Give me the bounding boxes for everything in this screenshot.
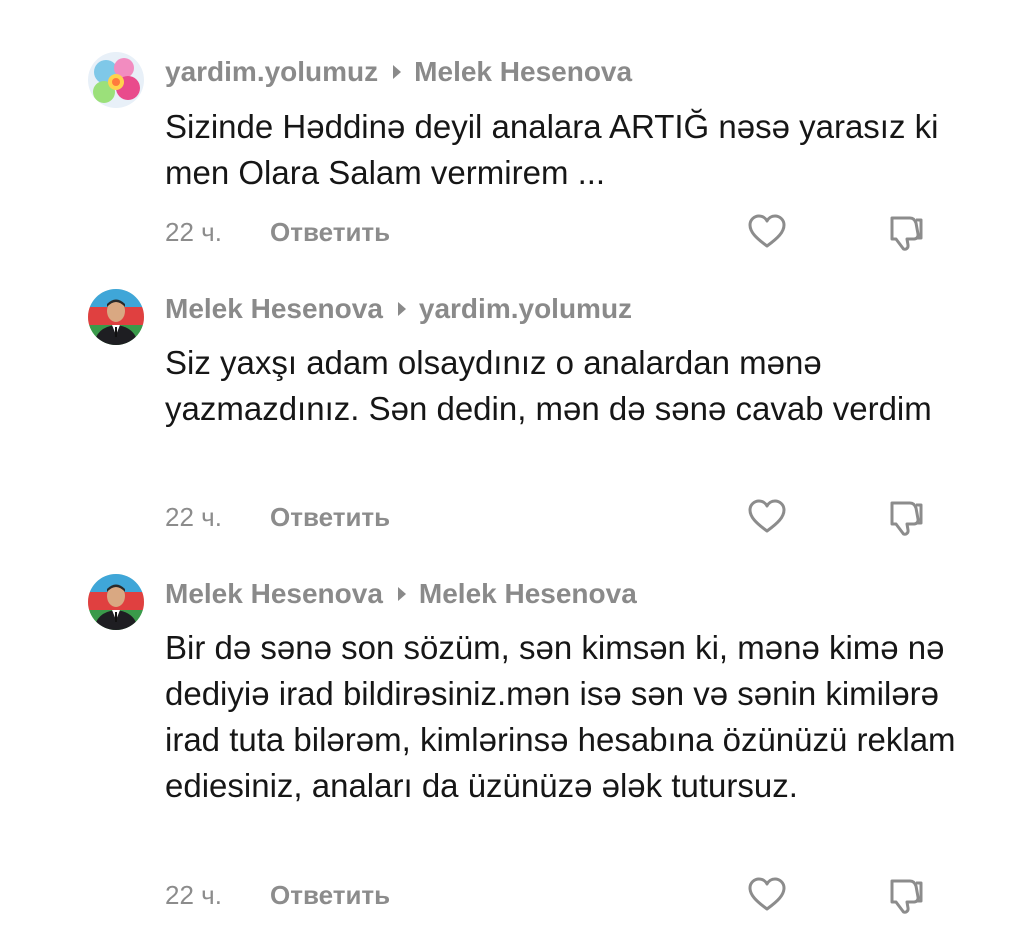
comment-meta: Melek Hesenova Melek Hesenova	[165, 576, 637, 612]
comment-actions: 22 ч. Ответить	[165, 497, 390, 537]
heart-icon[interactable]	[746, 211, 788, 253]
comment-actions: 22 ч. Ответить	[165, 212, 390, 252]
dislike-icon[interactable]	[884, 875, 926, 917]
reply-button[interactable]: Ответить	[270, 502, 390, 533]
comment-meta: yardim.yolumuz Melek Hesenova	[165, 54, 632, 90]
reply-arrow-icon	[397, 586, 407, 602]
reply-to-name[interactable]: Melek Hesenova	[414, 56, 632, 88]
comment-meta: Melek Hesenova yardim.yolumuz	[165, 291, 632, 327]
comment-time: 22 ч.	[165, 216, 222, 247]
dislike-icon[interactable]	[884, 212, 926, 254]
reply-to-name[interactable]: Melek Hesenova	[419, 578, 637, 610]
reply-arrow-icon	[392, 64, 402, 80]
comment-text: Sizinde Həddinə deyil analara ARTIĞ nəsə…	[165, 108, 939, 191]
comment-time: 22 ч.	[165, 879, 222, 910]
dislike-icon[interactable]	[884, 497, 926, 539]
comment-text: Siz yaxşı adam olsaydınız o analardan mə…	[165, 344, 932, 427]
author-name[interactable]: yardim.yolumuz	[165, 56, 378, 88]
reply-arrow-icon	[397, 301, 407, 317]
comment-text: Bir də sənə son sözüm, sən kimsən ki, mə…	[165, 629, 956, 804]
avatar[interactable]	[88, 574, 144, 630]
reply-to-name[interactable]: yardim.yolumuz	[419, 293, 632, 325]
heart-icon[interactable]	[746, 874, 788, 916]
flower-avatar-icon	[88, 52, 144, 108]
reply-button[interactable]: Ответить	[270, 880, 390, 911]
reply-button[interactable]: Ответить	[270, 217, 390, 248]
comment-time: 22 ч.	[165, 501, 222, 532]
author-name[interactable]: Melek Hesenova	[165, 293, 383, 325]
author-name[interactable]: Melek Hesenova	[165, 578, 383, 610]
uniform-portrait-avatar-icon	[88, 289, 144, 345]
avatar[interactable]	[88, 289, 144, 345]
avatar[interactable]	[88, 52, 144, 108]
uniform-portrait-avatar-icon	[88, 574, 144, 630]
heart-icon[interactable]	[746, 496, 788, 538]
comment-actions: 22 ч. Ответить	[165, 875, 390, 915]
